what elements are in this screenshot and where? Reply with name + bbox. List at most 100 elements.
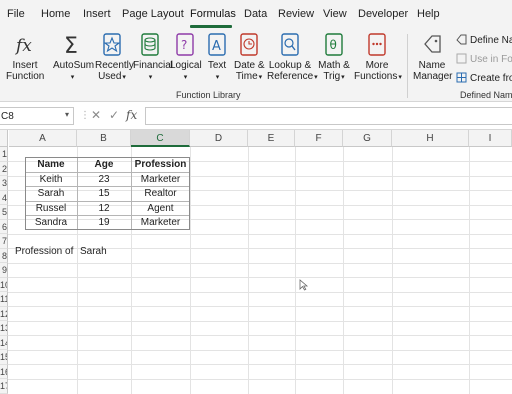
logical-button[interactable]: ? Logical ▾ — [170, 32, 202, 83]
row-header[interactable]: 1 — [0, 147, 8, 162]
formula-bar: C8 ▾ ⋮ ✕ ✓ fx — [0, 102, 512, 130]
formula-input[interactable] — [145, 107, 512, 125]
table-header-profession[interactable]: Profession — [131, 158, 190, 173]
table-cell[interactable]: 12 — [77, 202, 131, 217]
row-header[interactable]: 5 — [0, 205, 8, 220]
more-functions-button[interactable]: More Functions▾ — [354, 32, 402, 83]
autosum-button[interactable]: Σ AutoSum ▾ — [53, 32, 94, 83]
row-header[interactable]: 12 — [0, 306, 8, 321]
insert-function-button[interactable]: fx Insert Function — [6, 32, 44, 82]
financial-button[interactable]: Financial ▾ — [133, 32, 173, 83]
chevron-down-icon[interactable]: ▾ — [65, 110, 69, 119]
ribbon: fx Insert Function Σ AutoSum ▾ Recently … — [0, 30, 512, 102]
formula-icon — [456, 53, 467, 64]
column-header-h[interactable]: H — [392, 130, 469, 147]
menu-data[interactable]: Data — [244, 8, 267, 20]
row-header[interactable]: 13 — [0, 321, 8, 336]
table-cell[interactable]: Sarah — [25, 187, 77, 202]
menu-page-layout[interactable]: Page Layout — [122, 8, 184, 20]
more-functions-label-2: Functions — [354, 71, 398, 82]
table-cell[interactable]: Keith — [25, 173, 77, 188]
row-header[interactable]: 15 — [0, 350, 8, 365]
table-header-age[interactable]: Age — [77, 158, 131, 173]
create-from-selection-button[interactable]: Create fro — [456, 72, 512, 84]
lookup-label-1: Lookup & — [268, 60, 312, 71]
menu-help[interactable]: Help — [417, 8, 440, 20]
name-manager-button[interactable]: Name Manager — [413, 32, 453, 82]
svg-text:Σ: Σ — [64, 34, 78, 58]
use-in-formula-button[interactable]: Use in For — [456, 53, 512, 65]
chevron-down-icon: ▾ — [398, 74, 402, 81]
menu-developer[interactable]: Developer — [358, 8, 408, 20]
gridline — [8, 364, 512, 365]
row-header[interactable]: 14 — [0, 335, 8, 350]
row-header[interactable]: 17 — [0, 379, 8, 394]
table-cell[interactable]: Marketer — [131, 173, 190, 188]
active-tab-indicator — [190, 25, 232, 28]
cancel-icon[interactable]: ✕ — [91, 108, 101, 122]
recently-used-button[interactable]: Recently Used▾ — [95, 32, 134, 83]
menu-formulas[interactable]: Formulas — [190, 8, 236, 20]
column-header-f[interactable]: F — [295, 130, 343, 147]
table-cell[interactable]: Realtor — [131, 187, 190, 202]
row-header[interactable]: 6 — [0, 219, 8, 234]
menu-bar: File Home Insert Page Layout Formulas Da… — [0, 0, 512, 30]
table-cell[interactable]: Russel — [25, 202, 77, 217]
table-cell[interactable]: 19 — [77, 216, 131, 231]
row-header[interactable]: 16 — [0, 364, 8, 379]
menu-home[interactable]: Home — [41, 8, 70, 20]
math-trig-button[interactable]: θ Math & Trig▾ — [317, 32, 351, 83]
table-cell[interactable]: 15 — [77, 187, 131, 202]
grid-icon — [456, 72, 467, 83]
chevron-down-icon: ▾ — [215, 74, 220, 81]
date-time-label-1: Date & — [234, 60, 265, 71]
menu-view[interactable]: View — [323, 8, 347, 20]
lookup-reference-button[interactable]: Lookup & Reference▾ — [267, 32, 318, 83]
lookup-label-cell[interactable]: Profession of — [12, 245, 82, 260]
column-header-i[interactable]: I — [469, 130, 512, 147]
table-cell[interactable]: Marketer — [131, 216, 190, 231]
name-box[interactable]: C8 ▾ — [0, 107, 74, 125]
row-header[interactable]: 7 — [0, 234, 8, 249]
recently-used-label-1: Recently — [95, 60, 134, 71]
svg-text:fx: fx — [14, 36, 32, 56]
define-name-button[interactable]: Define Nar — [456, 34, 512, 46]
row-header[interactable]: 10 — [0, 277, 8, 292]
function-library-label: Function Library — [176, 90, 241, 100]
date-time-button[interactable]: Date & Time▾ — [234, 32, 265, 83]
mouse-cursor-icon — [299, 279, 309, 291]
gridline — [8, 306, 512, 307]
insert-function-icon[interactable]: fx — [126, 108, 137, 122]
lookup-value-cell[interactable]: Sarah — [77, 245, 131, 260]
column-header-e[interactable]: E — [248, 130, 295, 147]
gridline — [8, 320, 512, 322]
table-cell[interactable]: 23 — [77, 173, 131, 188]
recently-used-label-2: Used — [98, 71, 122, 82]
chevron-down-icon: ▾ — [70, 74, 75, 81]
gridline — [8, 335, 512, 336]
select-all-corner[interactable] — [0, 130, 8, 147]
column-header-g[interactable]: G — [343, 130, 392, 147]
row-header[interactable]: 9 — [0, 263, 8, 278]
row-header[interactable]: 3 — [0, 176, 8, 191]
sigma-icon: Σ — [60, 32, 84, 59]
row-header[interactable]: 4 — [0, 190, 8, 205]
enter-icon[interactable]: ✓ — [109, 108, 119, 122]
table-cell[interactable]: Agent — [131, 202, 190, 217]
menu-review[interactable]: Review — [278, 8, 314, 20]
menu-insert[interactable]: Insert — [83, 8, 111, 20]
row-header[interactable]: 11 — [0, 292, 8, 307]
menu-file[interactable]: File — [7, 8, 25, 20]
column-header-a[interactable]: A — [9, 130, 77, 147]
name-box-value: C8 — [1, 111, 14, 122]
column-header-c[interactable]: C — [131, 130, 190, 147]
name-manager-label-2: Manager — [413, 71, 453, 82]
table-header-name[interactable]: Name — [25, 158, 77, 173]
row-header[interactable]: 8 — [0, 248, 8, 263]
use-in-formula-label: Use in For — [470, 54, 512, 65]
column-header-b[interactable]: B — [77, 130, 131, 147]
table-cell[interactable]: Sandra — [25, 216, 77, 231]
row-header[interactable]: 2 — [0, 161, 8, 176]
text-button[interactable]: A Text ▾ — [205, 32, 229, 83]
column-header-d[interactable]: D — [190, 130, 248, 147]
